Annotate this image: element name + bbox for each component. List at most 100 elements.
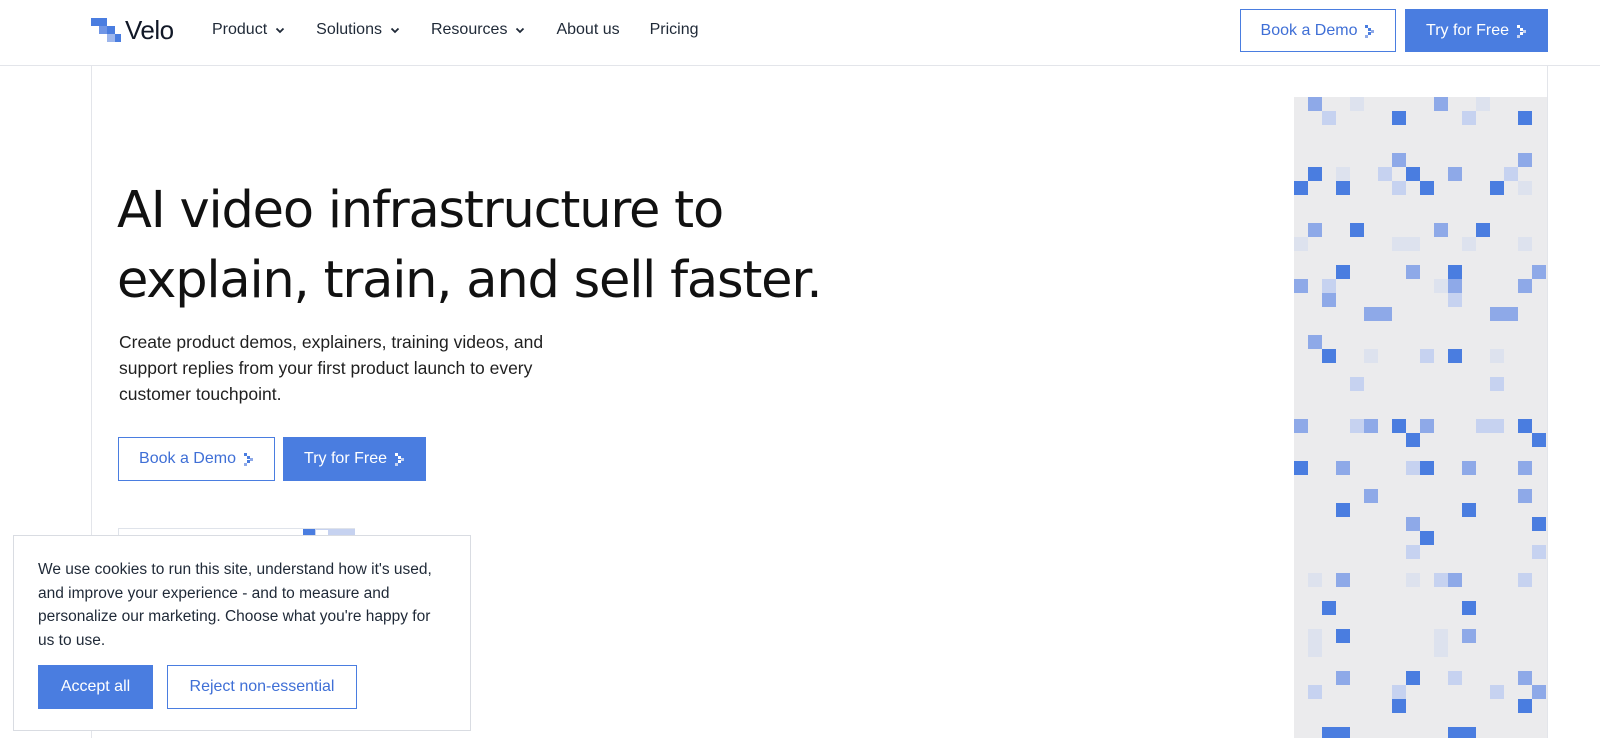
pixel-tile — [1532, 545, 1546, 559]
pixel-tile — [1462, 237, 1476, 251]
button-label: Book a Demo — [1260, 21, 1358, 39]
reject-non-essential-cookies-button[interactable]: Reject non-essential — [167, 665, 357, 709]
accept-all-cookies-button[interactable]: Accept all — [38, 665, 153, 709]
pixel-tile — [1392, 153, 1406, 167]
pixel-tile — [1406, 671, 1420, 685]
pixel-tile — [1518, 153, 1532, 167]
pixel-tile — [1462, 461, 1476, 475]
pixel-tile — [1350, 377, 1364, 391]
velo-logo-icon — [91, 16, 123, 44]
pixel-tile — [1476, 223, 1490, 237]
pixel-tile — [1406, 545, 1420, 559]
pixel-tile — [1322, 601, 1336, 615]
nav-item-solutions[interactable]: Solutions — [316, 19, 401, 41]
pixel-tile — [1308, 97, 1322, 111]
button-label: Try for Free — [1426, 21, 1509, 39]
pixel-tile — [1434, 97, 1448, 111]
hero-book-demo-button[interactable]: Book a Demo — [118, 437, 275, 481]
pixel-tile — [1406, 237, 1420, 251]
pixel-tile — [1392, 181, 1406, 195]
pixel-tile — [1336, 265, 1350, 279]
pixel-tile — [1532, 433, 1546, 447]
content-frame-right-border — [1547, 66, 1548, 738]
pixel-arrow-icon — [394, 453, 404, 466]
pixel-tile — [1406, 517, 1420, 531]
pixel-tile — [1518, 237, 1532, 251]
pixel-tile — [1504, 167, 1518, 181]
pixel-tile — [1322, 111, 1336, 125]
pixel-tile — [1490, 349, 1504, 363]
pixel-tile — [1434, 279, 1448, 293]
pixel-tile — [1322, 727, 1336, 738]
pixel-tile — [1448, 671, 1462, 685]
pixel-tile — [1448, 167, 1462, 181]
pixel-tile — [1434, 223, 1448, 237]
pixel-tile — [1434, 643, 1448, 657]
pixel-tile — [1462, 503, 1476, 517]
chevron-down-icon — [516, 27, 525, 34]
pixel-tile — [1462, 111, 1476, 125]
pixel-tile — [1448, 293, 1462, 307]
nav-item-label: Product — [212, 21, 268, 38]
nav-item-label: Resources — [430, 21, 508, 38]
hero-try-free-button[interactable]: Try for Free — [283, 437, 426, 481]
site-header: Velo Product Solutions Resources About u… — [0, 0, 1600, 66]
pixel-tile — [1504, 307, 1518, 321]
pixel-tile — [1420, 419, 1434, 433]
pixel-tile — [1518, 279, 1532, 293]
pixel-tile — [1518, 699, 1532, 713]
pixel-tile — [1336, 727, 1350, 738]
pixel-arrow-icon — [243, 453, 253, 466]
decorative-pixel-panel — [1294, 97, 1547, 738]
pixel-tile — [1364, 419, 1378, 433]
pixel-tile — [1518, 671, 1532, 685]
pixel-tile — [1448, 279, 1462, 293]
hero-subtitle: Create product demos, explainers, traini… — [119, 332, 544, 404]
pixel-tile — [1518, 573, 1532, 587]
pixel-arrow-icon — [1365, 24, 1375, 38]
nav-item-resources[interactable]: Resources — [431, 19, 526, 41]
pixel-tile — [1392, 685, 1406, 699]
pixel-tile — [1490, 307, 1504, 321]
hero-title-line-1: AI video infrastructure to — [117, 181, 724, 240]
pixel-tile — [1322, 279, 1336, 293]
pixel-tile — [1406, 461, 1420, 475]
hero-title-line-2: explain, train, and sell faster. — [117, 251, 823, 310]
pixel-tile — [1336, 629, 1350, 643]
pixel-tile — [1308, 643, 1322, 657]
pixel-tile — [1490, 181, 1504, 195]
pixel-tile — [1336, 671, 1350, 685]
button-label: Try for Free — [304, 450, 387, 467]
pixel-tile — [1434, 573, 1448, 587]
pixel-tile — [1406, 433, 1420, 447]
pixel-tile — [1392, 699, 1406, 713]
pixel-tile — [1308, 167, 1322, 181]
pixel-tile — [1364, 307, 1378, 321]
pixel-tile — [1336, 181, 1350, 195]
logo[interactable]: Velo — [91, 14, 174, 46]
header-book-demo-button[interactable]: Book a Demo — [1240, 9, 1396, 52]
nav-item-product[interactable]: Product — [212, 19, 286, 41]
pixel-tile — [1476, 97, 1490, 111]
pixel-tile — [1448, 265, 1462, 279]
chevron-down-icon — [276, 27, 285, 34]
pixel-tile — [1350, 97, 1364, 111]
nav-item-label: Solutions — [316, 21, 382, 38]
pixel-tile — [1308, 629, 1322, 643]
pixel-tile — [1364, 349, 1378, 363]
header-try-free-button[interactable]: Try for Free — [1405, 9, 1548, 52]
pixel-tile — [1448, 573, 1462, 587]
pixel-tile — [1462, 727, 1476, 738]
pixel-tile — [1392, 237, 1406, 251]
pixel-tile — [1378, 307, 1392, 321]
pixel-tile — [1518, 181, 1532, 195]
pixel-tile — [1406, 265, 1420, 279]
nav-item-pricing[interactable]: Pricing — [650, 19, 699, 41]
nav-item-about-us[interactable]: About us — [556, 19, 619, 41]
hero-title: AI video infrastructure to explain, trai… — [117, 176, 877, 316]
pixel-tile — [1294, 419, 1308, 433]
pixel-tile — [1308, 685, 1322, 699]
pixel-tile — [1308, 335, 1322, 349]
pixel-tile — [1294, 181, 1308, 195]
pixel-tile — [1392, 111, 1406, 125]
